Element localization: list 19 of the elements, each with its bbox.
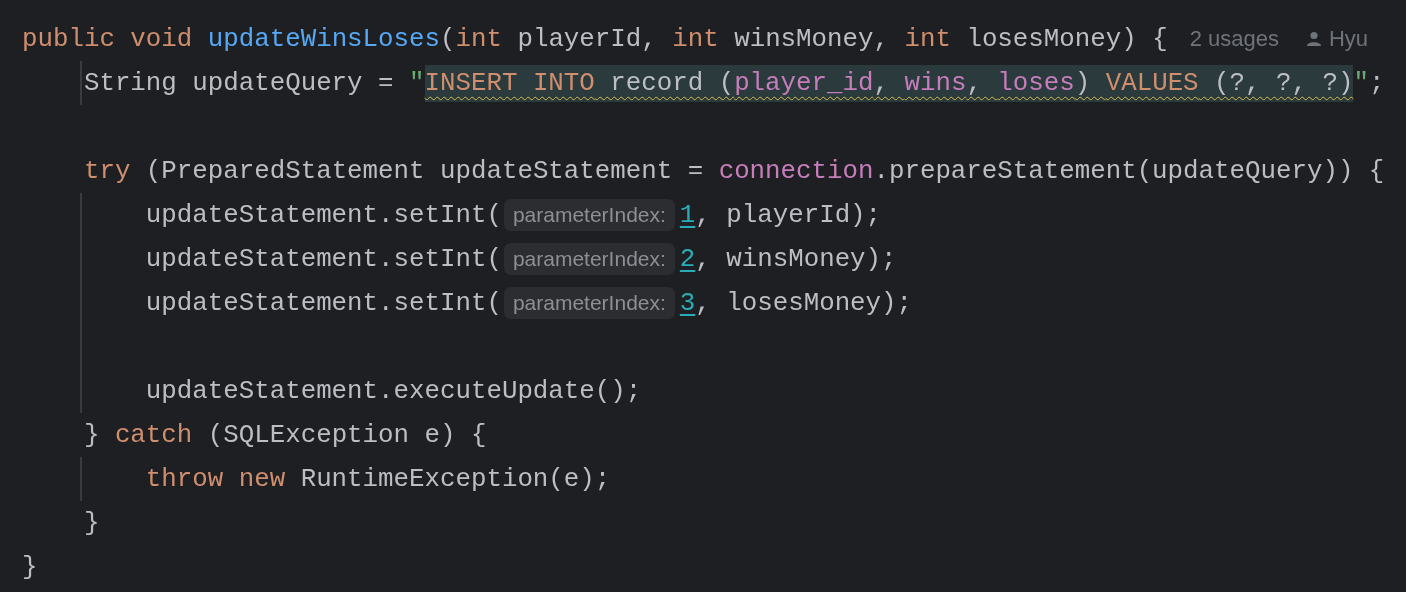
- code-text: updateStatement.setInt(: [144, 288, 502, 318]
- code-text: throw new RuntimeException(e);: [144, 464, 611, 494]
- code-text: 1, playerId);: [679, 200, 882, 230]
- person-icon: [1304, 30, 1323, 48]
- code-text: updateStatement.setInt(: [144, 200, 502, 230]
- code-text: } catch (SQLException e) {: [82, 420, 487, 450]
- code-text: updateStatement.setInt(: [144, 244, 502, 274]
- usages-hint[interactable]: 2 usages: [1189, 26, 1279, 52]
- code-text: try (PreparedStatement updateStatement = connection.prepareStatement(updateQuery)) {: [82, 156, 1385, 186]
- code-text: updateStatement.executeUpdate();: [144, 376, 642, 406]
- code-text: 2, winsMoney);: [679, 244, 897, 274]
- code-text: public void updateWinsLoses(int playerId, int winsMoney, int losesMoney) {: [22, 24, 1168, 54]
- code-text: }: [22, 552, 38, 582]
- inlay-hint: parameterIndex:: [503, 287, 675, 319]
- inlay-hint: parameterIndex:: [503, 243, 675, 275]
- code-text: 3, losesMoney);: [679, 288, 913, 318]
- code-text: }: [82, 508, 100, 538]
- inlay-hint: parameterIndex:: [503, 199, 675, 231]
- author-hint[interactable]: Hyu: [1328, 26, 1369, 52]
